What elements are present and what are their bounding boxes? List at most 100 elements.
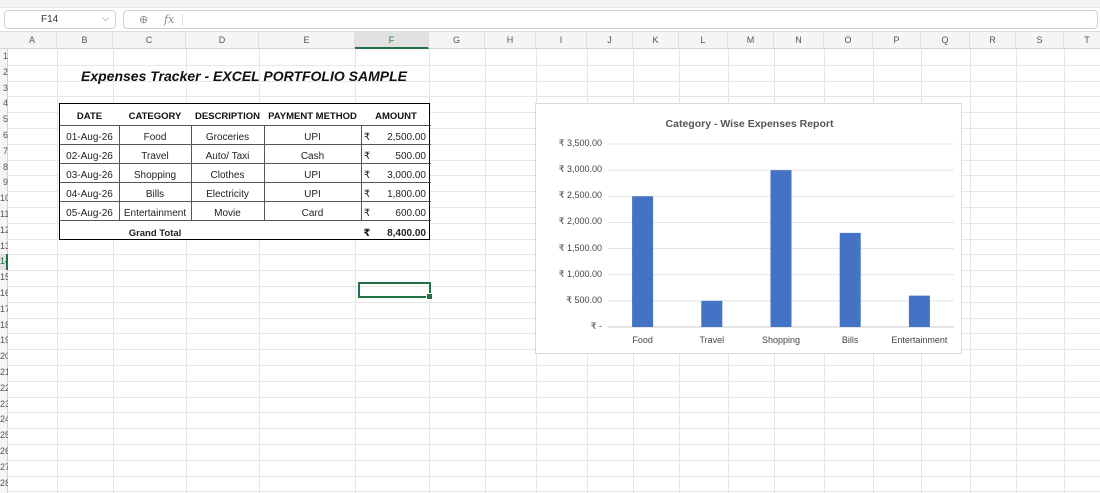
row-header-6[interactable]: 6 [0,128,8,144]
cell-date[interactable]: 05-Aug-26 [60,208,119,219]
cell-amount[interactable]: 2,500.00 [375,132,426,143]
column-header-o[interactable]: O [824,32,873,49]
column-header-e[interactable]: E [259,32,355,49]
column-header-q[interactable]: Q [921,32,970,49]
cell-description[interactable]: Movie [191,208,264,219]
column-header-s[interactable]: S [1016,32,1064,49]
row-header-27[interactable]: 27 [0,460,8,476]
expenses-chart[interactable]: Category - Wise Expenses Report ₹ - ₹ 500… [535,103,962,354]
header-category[interactable]: CATEGORY [119,111,191,122]
cell-category[interactable]: Entertainment [119,208,191,219]
table-row-border [60,201,431,202]
row-header-5[interactable]: 5 [0,112,8,128]
cell-payment[interactable]: UPI [264,189,361,200]
column-header-r[interactable]: R [970,32,1016,49]
row-header-17[interactable]: 17 [0,302,8,318]
cell-category[interactable]: Shopping [119,170,191,181]
chevron-down-icon[interactable]: ⌵ [102,13,109,24]
column-header-h[interactable]: H [485,32,536,49]
row-header-18[interactable]: 18 [0,318,8,334]
row-header-8[interactable]: 8 [0,160,8,176]
header-payment-method[interactable]: PAYMENT METHOD [264,111,361,122]
row-header-28[interactable]: 28 [0,476,8,492]
row-header-16[interactable]: 16 [0,286,8,302]
table-row-border [60,163,431,164]
column-header-k[interactable]: K [633,32,679,49]
bar-entertainment[interactable] [908,295,930,327]
cell-currency: ₹ [363,208,371,219]
column-header-f[interactable]: F [355,32,429,49]
cell-description[interactable]: Auto/ Taxi [191,151,264,162]
column-header-n[interactable]: N [774,32,824,49]
cell-payment[interactable]: Cash [264,151,361,162]
active-cell-selection[interactable] [358,282,433,300]
row-header-26[interactable]: 26 [0,444,8,460]
bar-travel[interactable] [701,300,723,327]
cell-date[interactable]: 03-Aug-26 [60,170,119,181]
grand-total-amount[interactable]: 8,400.00 [375,228,426,239]
bar-bills[interactable] [839,232,861,327]
row-header-7[interactable]: 7 [0,144,8,160]
cell-date[interactable]: 04-Aug-26 [60,189,119,200]
table-row-border [60,220,431,221]
grid-hline [8,491,1100,493]
column-header-j[interactable]: J [587,32,633,49]
row-header-4[interactable]: 4 [0,96,8,112]
row-header-24[interactable]: 24 [0,412,8,428]
row-header-19[interactable]: 19 [0,333,8,349]
name-box[interactable]: F14 ⌵ [4,10,116,29]
row-header-21[interactable]: 21 [0,365,8,381]
y-tick-label: ₹ 2,000.00 [558,216,602,227]
cell-category[interactable]: Bills [119,189,191,200]
column-header-m[interactable]: M [728,32,774,49]
cell-payment[interactable]: Card [264,208,361,219]
cell-amount[interactable]: 1,800.00 [375,189,426,200]
cell-description[interactable]: Electricity [191,189,264,200]
cell-amount[interactable]: 500.00 [375,151,426,162]
column-header-g[interactable]: G [429,32,485,49]
row-header-14[interactable]: 14 [0,254,8,271]
cell-category[interactable]: Food [119,132,191,143]
column-header-i[interactable]: I [536,32,587,49]
row-header-25[interactable]: 25 [0,428,8,444]
cell-payment[interactable]: UPI [264,170,361,181]
row-header-15[interactable]: 15 [0,270,8,286]
formula-input[interactable]: ⊕ fx [123,10,1098,29]
column-header-c[interactable]: C [113,32,186,49]
header-date[interactable]: DATE [60,111,119,122]
cell-date[interactable]: 02-Aug-26 [60,151,119,162]
column-header-t[interactable]: T [1064,32,1100,49]
cell-amount[interactable]: 3,000.00 [375,170,426,181]
row-header-20[interactable]: 20 [0,349,8,365]
row-header-11[interactable]: 11 [0,207,8,223]
row-header-9[interactable]: 9 [0,175,8,191]
sheet-title: Expenses Tracker - EXCEL PORTFOLIO SAMPL… [81,68,407,84]
row-header-13[interactable]: 13 [0,239,8,255]
row-header-23[interactable]: 23 [0,397,8,413]
column-header-d[interactable]: D [186,32,259,49]
bar-shopping[interactable] [770,170,792,327]
row-header-2[interactable]: 2 [0,65,8,81]
column-header-b[interactable]: B [57,32,113,49]
row-headers: 1234567891011121314151617181920212223242… [0,49,8,493]
row-header-1[interactable]: 1 [0,49,8,65]
bar-food[interactable] [632,196,654,327]
cell-date[interactable]: 01-Aug-26 [60,132,119,143]
row-header-3[interactable]: 3 [0,81,8,97]
column-header-a[interactable]: A [8,32,57,49]
header-amount[interactable]: AMOUNT [361,111,431,122]
zoom-icon[interactable]: ⊕ [139,13,148,26]
cell-description[interactable]: Clothes [191,170,264,181]
cell-description[interactable]: Groceries [191,132,264,143]
column-header-l[interactable]: L [679,32,728,49]
column-header-p[interactable]: P [873,32,921,49]
cell-category[interactable]: Travel [119,151,191,162]
header-description[interactable]: DESCRIPTION [191,111,264,122]
row-header-12[interactable]: 12 [0,223,8,239]
grand-total-label[interactable]: Grand Total [119,228,191,239]
cell-amount[interactable]: 600.00 [375,208,426,219]
row-header-10[interactable]: 10 [0,191,8,207]
fx-icon[interactable]: fx [164,13,174,26]
row-header-22[interactable]: 22 [0,381,8,397]
cell-payment[interactable]: UPI [264,132,361,143]
